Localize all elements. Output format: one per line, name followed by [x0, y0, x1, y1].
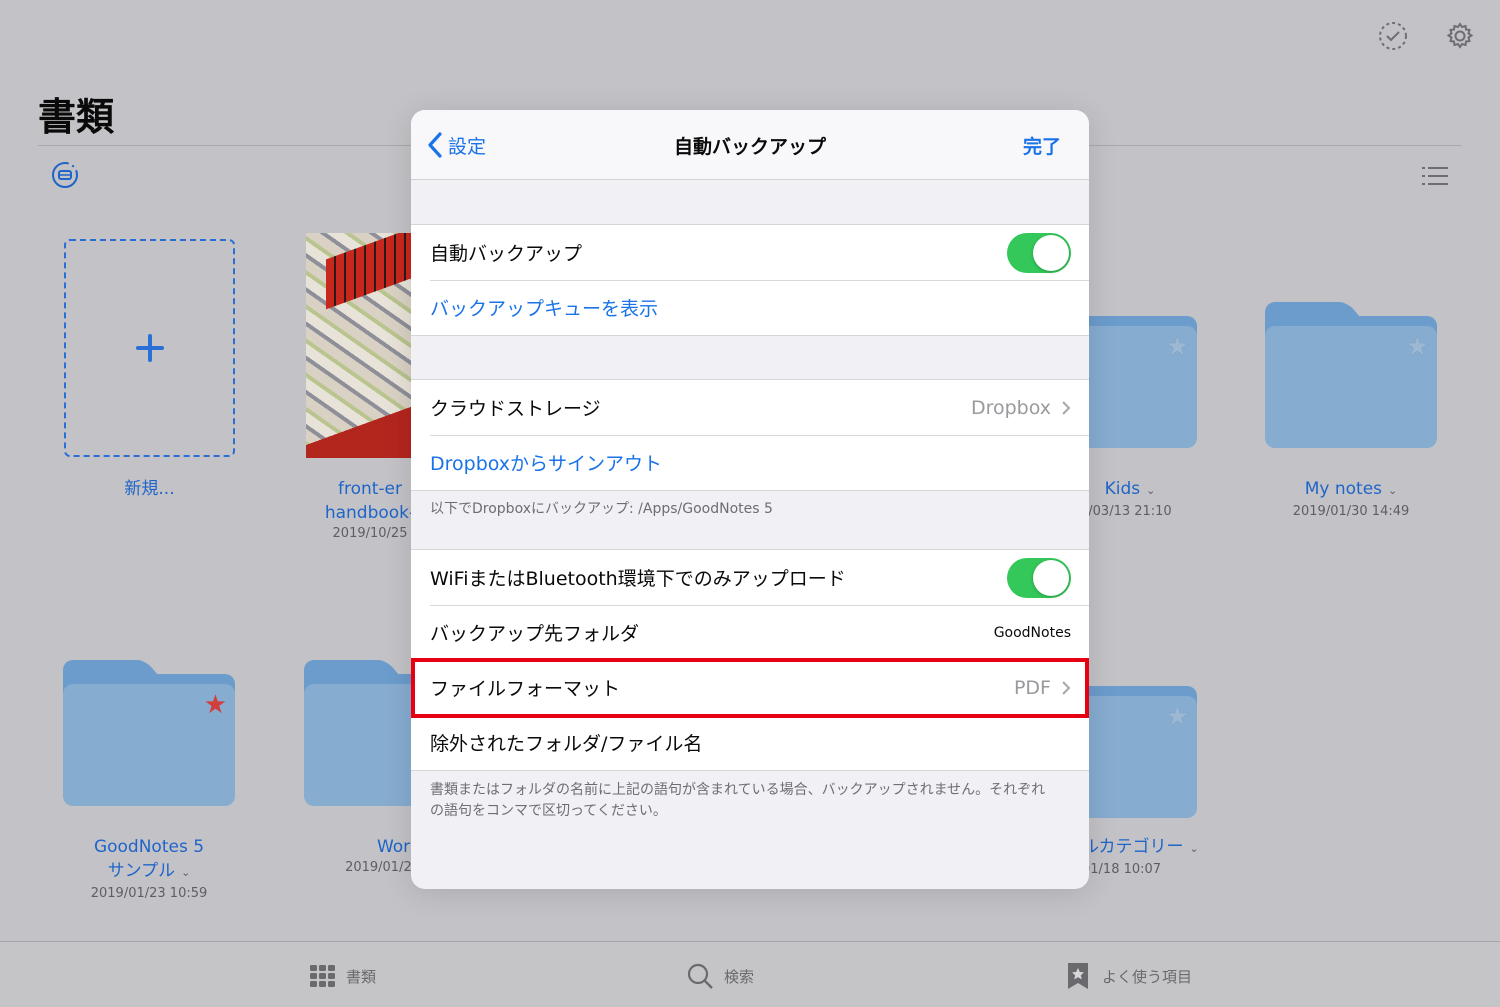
sign-out-link[interactable]: Dropboxからサインアウト [430, 449, 1071, 476]
sign-out-row[interactable]: Dropboxからサインアウト [411, 435, 1089, 490]
auto-backup-toggle[interactable] [1007, 232, 1071, 273]
show-queue-row[interactable]: バックアップキューを表示 [411, 280, 1089, 335]
folder-name: Work [376, 837, 420, 857]
list-view-icon[interactable] [1420, 163, 1450, 189]
tab-label: よく使う項目 [1102, 967, 1193, 986]
folder-name: My notes [1304, 479, 1383, 499]
storage-footnote: 以下でDropboxにバックアップ: /Apps/GoodNotes 5 [430, 501, 773, 517]
wifi-only-label: WiFiまたはBluetooth環境下でのみアップロード [430, 568, 846, 590]
chevron-down-icon[interactable]: ⌄ [1146, 484, 1155, 497]
folder-item-work[interactable]: Work 2019/01/21 [330, 835, 420, 877]
folder-item-my-notes[interactable]: My notes ⌄ 2019/01/30 14:49 [1265, 477, 1437, 521]
done-button[interactable]: 完了 [1023, 132, 1061, 159]
auto-backup-row: 自動バックアップ [411, 225, 1089, 280]
gear-icon[interactable] [1444, 20, 1476, 52]
chevron-down-icon[interactable]: ⌄ [1190, 842, 1199, 855]
file-format-value: PDF [1013, 676, 1051, 699]
tab-label: 書類 [346, 967, 377, 986]
folder-name: ルカテゴリー [1082, 837, 1184, 857]
folder-item-goodnotes-sample[interactable]: GoodNotes 5 サンプル ⌄ 2019/01/23 10:59 [63, 835, 235, 903]
select-check-icon[interactable] [1377, 20, 1409, 52]
star-outline-icon[interactable]: ★ [1166, 332, 1189, 362]
chevron-right-icon [1062, 680, 1071, 695]
star-outline-icon[interactable]: ★ [1166, 702, 1189, 732]
plus-icon [135, 334, 164, 362]
auto-backup-modal: 設定 自動バックアップ 完了 自動バックアップ バックアップキューを表示 クラウ… [411, 110, 1089, 889]
folder-my-notes[interactable]: ★ [1265, 302, 1437, 448]
backup-group: 自動バックアップ バックアップキューを表示 [411, 224, 1089, 336]
search-icon [687, 963, 713, 989]
folder-date: 2019/01/30 14:49 [1292, 504, 1410, 519]
tab-label: 検索 [724, 967, 755, 986]
folder-date: 2019/01/21 [345, 860, 420, 875]
file-format-row[interactable]: ファイルフォーマット PDF [411, 660, 1089, 715]
document-thumbnail[interactable] [306, 233, 416, 458]
new-document-item[interactable]: 新規... [64, 477, 235, 501]
page-title: 書類 [38, 95, 115, 139]
cloud-storage-row[interactable]: クラウドストレージ Dropbox [411, 380, 1089, 435]
excluded-footnote: 書類またはフォルダの名前に上記の語句が含まれている場合、バックアップされません。… [430, 782, 1046, 819]
file-format-label: ファイルフォーマット [430, 678, 621, 700]
wifi-only-toggle[interactable] [1007, 557, 1071, 598]
tab-documents[interactable]: 書類 [308, 962, 376, 990]
backup-folder-value: GoodNotes [993, 624, 1071, 641]
wifi-only-row: WiFiまたはBluetooth環境下でのみアップロード [411, 550, 1089, 605]
tab-search[interactable]: 検索 [686, 962, 754, 990]
folder-name: Kids [1104, 479, 1141, 499]
excluded-names-label: 除外されたフォルダ/ファイル名 [430, 733, 703, 755]
show-queue-link[interactable]: バックアップキューを表示 [430, 294, 1071, 321]
excluded-names-row[interactable]: 除外されたフォルダ/ファイル名 [411, 715, 1089, 770]
cloud-storage-value: Dropbox [970, 396, 1051, 419]
backup-folder-row[interactable]: バックアップ先フォルダ GoodNotes [411, 605, 1089, 660]
backup-folder-label: バックアップ先フォルダ [430, 623, 640, 645]
tab-bar: 書類 検索 よく使う項目 [0, 941, 1500, 1007]
folder-name-line1: GoodNotes 5 [93, 837, 205, 857]
bookmark-star-icon [1068, 963, 1088, 989]
tab-favorites[interactable]: よく使う項目 [1064, 962, 1192, 990]
storage-group: クラウドストレージ Dropbox Dropboxからサインアウト [411, 379, 1089, 491]
folder-goodnotes-sample[interactable]: ★ [63, 660, 235, 806]
chevron-down-icon[interactable]: ⌄ [1388, 484, 1397, 497]
star-outline-icon[interactable]: ★ [1406, 332, 1429, 362]
auto-backup-label: 自動バックアップ [430, 243, 583, 265]
folder-date: 01/18 10:07 [1082, 862, 1162, 877]
folder-name-line2: サンプル [107, 861, 176, 881]
folder-date: 2019/01/23 10:59 [90, 886, 208, 901]
new-document-button[interactable] [64, 239, 235, 457]
upload-group: WiFiまたはBluetooth環境下でのみアップロード バックアップ先フォルダ… [411, 549, 1089, 771]
modal-title: 自動バックアップ [673, 136, 826, 158]
new-document-label: 新規... [124, 479, 175, 499]
grid-icon [310, 965, 335, 987]
sync-status-icon[interactable] [51, 161, 79, 189]
modal-navbar: 設定 自動バックアップ 完了 [411, 110, 1089, 180]
star-filled-icon[interactable]: ★ [204, 690, 227, 720]
chevron-down-icon[interactable]: ⌄ [181, 866, 190, 879]
cloud-storage-label: クラウドストレージ [430, 398, 601, 420]
chevron-right-icon [1062, 400, 1071, 415]
